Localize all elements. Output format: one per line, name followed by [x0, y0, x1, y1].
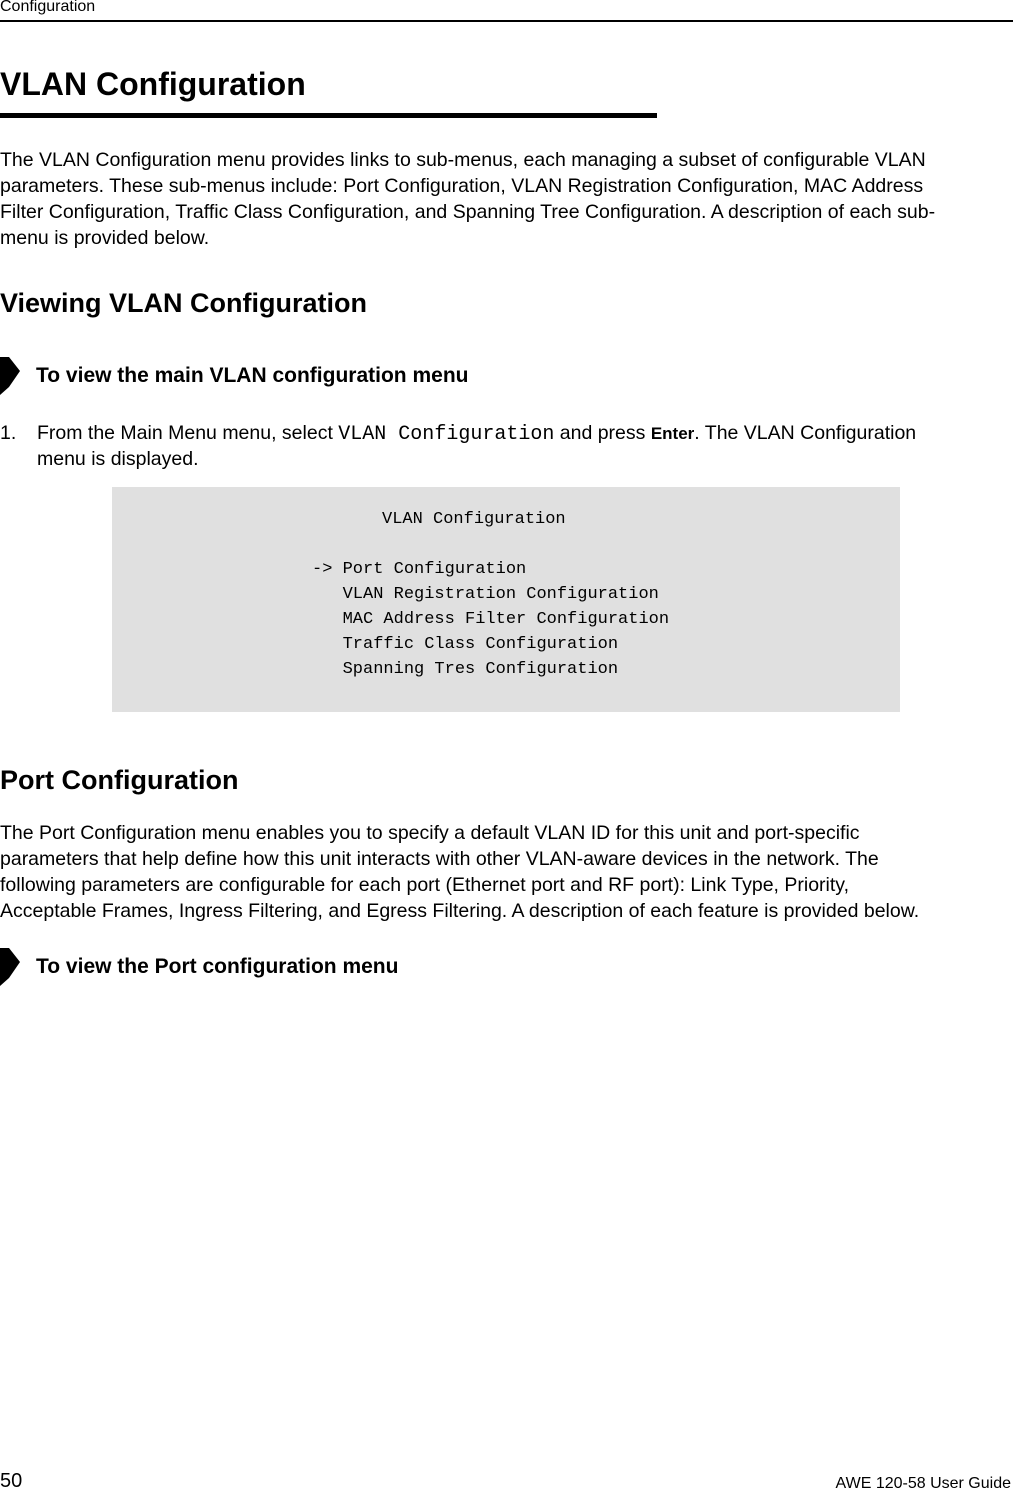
procedure-arrow-icon: [0, 357, 20, 395]
menu-option: Port Configuration: [342, 560, 527, 579]
step-text: From the Main Menu menu, select VLAN Con…: [37, 420, 916, 448]
port-line: The Port Configuration menu enables you …: [0, 822, 860, 844]
intro-line: Filter Configuration, Traffic Class Conf…: [0, 201, 936, 223]
port-paragraph: The Port Configuration menu enables you …: [0, 820, 919, 924]
selector-arrow: ->: [312, 560, 333, 579]
menu-item-code: VLAN Configuration: [338, 423, 555, 446]
running-header: Configuration: [0, 0, 96, 15]
guide-title: AWE 120-58 User Guide: [835, 1475, 1011, 1492]
section-heading-viewing: Viewing VLAN Configuration: [0, 288, 367, 318]
page-title: VLAN Configuration: [0, 66, 306, 102]
enter-key: Enter: [650, 424, 695, 443]
procedure-arrow-icon: [0, 948, 20, 986]
menu-option: VLAN Registration Configuration: [342, 585, 659, 604]
procedure-title: To view the main VLAN configuration menu: [36, 364, 469, 387]
menu-option: Traffic Class Configuration: [342, 635, 619, 654]
procedure-heading: To view the main VLAN configuration menu: [0, 357, 468, 395]
title-rule: [0, 113, 657, 118]
procedure-heading-port: To view the Port configuration menu: [0, 948, 398, 986]
step-text-post: . The VLAN Configuration: [694, 422, 917, 444]
port-line: parameters that help define how this uni…: [0, 848, 879, 870]
procedure-title: To view the Port configuration menu: [36, 955, 399, 978]
step-text-line2: menu is displayed.: [37, 448, 199, 470]
page-number: 50: [0, 1470, 23, 1492]
header-rule: [0, 20, 1013, 22]
step-number: 1.: [0, 422, 17, 444]
terminal-title: VLAN Configuration: [382, 510, 566, 529]
intro-line: parameters. These sub-menus include: Por…: [0, 175, 924, 197]
menu-option: MAC Address Filter Configuration: [342, 610, 670, 629]
intro-line: menu is provided below.: [0, 227, 210, 249]
terminal-menu: VLAN Configuration -> Port Configuration…: [312, 507, 669, 682]
intro-paragraph: The VLAN Configuration menu provides lin…: [0, 147, 935, 251]
intro-line: The VLAN Configuration menu provides lin…: [0, 149, 926, 171]
menu-option: Spanning Tres Configuration: [342, 660, 619, 679]
port-line: Acceptable Frames, Ingress Filtering, an…: [0, 900, 920, 922]
port-line: following parameters are configurable fo…: [0, 874, 850, 896]
step-text-mid: and press: [554, 422, 651, 444]
step-1: 1. From the Main Menu menu, select VLAN …: [0, 420, 1013, 472]
section-heading-port: Port Configuration: [0, 765, 239, 795]
terminal-screenshot: VLAN Configuration -> Port Configuration…: [112, 487, 900, 712]
step-text-pre: From the Main Menu menu, select: [37, 422, 339, 444]
